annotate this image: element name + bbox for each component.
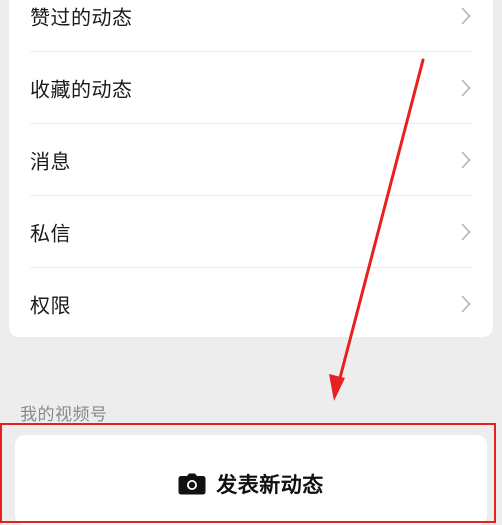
menu-item-label: 收藏的动态 bbox=[30, 77, 133, 102]
post-new-moment-button[interactable]: 发表新动态 bbox=[15, 435, 487, 525]
menu-item-liked-posts[interactable]: 赞过的动态 bbox=[9, 0, 493, 52]
camera-icon bbox=[178, 473, 206, 495]
menu-item-label: 权限 bbox=[30, 293, 71, 318]
post-button-label: 发表新动态 bbox=[216, 473, 324, 497]
settings-card: 赞过的动态 收藏的动态 消息 私信 权限 bbox=[9, 0, 493, 337]
menu-item-label: 消息 bbox=[30, 149, 71, 174]
chevron-right-icon bbox=[461, 7, 471, 25]
menu-item-private-messages[interactable]: 私信 bbox=[9, 196, 493, 268]
chevron-right-icon bbox=[461, 79, 471, 97]
chevron-right-icon bbox=[461, 151, 471, 169]
menu-item-messages[interactable]: 消息 bbox=[9, 124, 493, 196]
menu-item-label: 赞过的动态 bbox=[30, 5, 133, 30]
menu-item-permissions[interactable]: 权限 bbox=[9, 268, 493, 337]
menu-item-label: 私信 bbox=[30, 221, 71, 246]
post-button-content: 发表新动态 bbox=[15, 469, 487, 499]
section-title-my-channels: 我的视频号 bbox=[20, 405, 108, 425]
menu-item-favorited-posts[interactable]: 收藏的动态 bbox=[9, 52, 493, 124]
chevron-right-icon bbox=[461, 295, 471, 313]
chevron-right-icon bbox=[461, 223, 471, 241]
